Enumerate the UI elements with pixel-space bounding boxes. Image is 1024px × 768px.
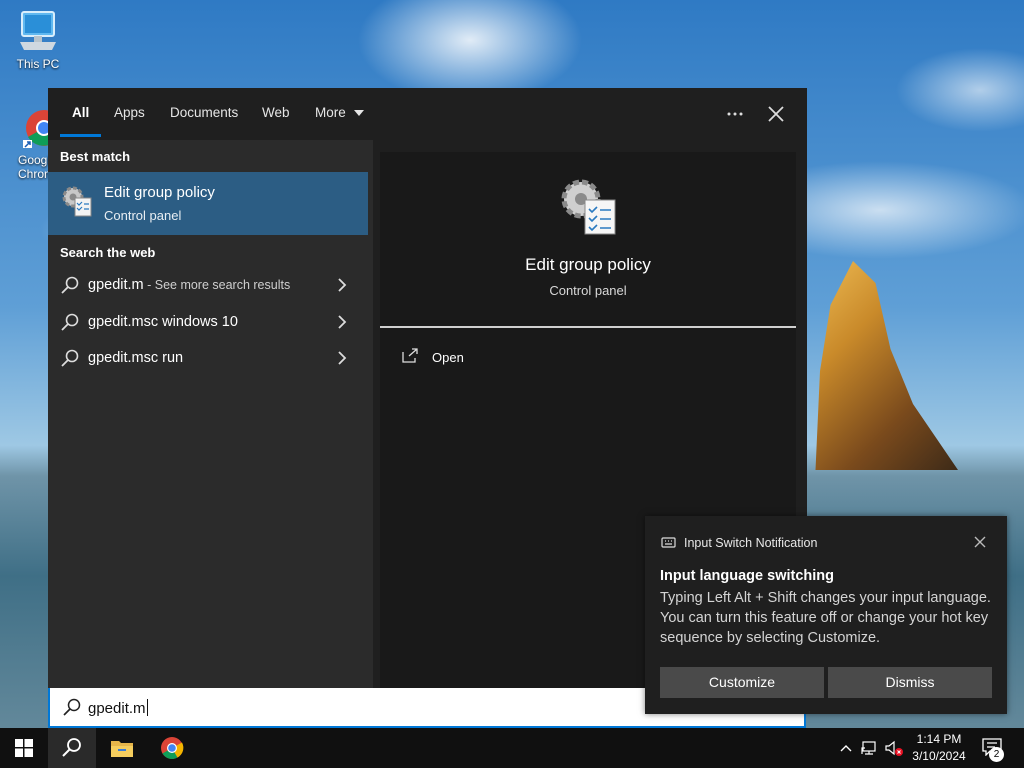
web-result-query: gpedit.m <box>88 277 144 293</box>
folder-icon <box>111 741 133 757</box>
more-options-button[interactable] <box>724 104 748 124</box>
web-result-row[interactable]: gpedit.m - See more search results <box>48 268 368 304</box>
search-icon <box>61 276 79 294</box>
tab-more-label: More <box>315 105 346 120</box>
text-caret <box>146 699 148 716</box>
start-button[interactable] <box>0 728 48 768</box>
dismiss-button[interactable]: Dismiss <box>828 667 992 698</box>
tab-documents[interactable]: Documents <box>170 105 238 120</box>
network-icon <box>861 741 876 755</box>
network-status-button[interactable] <box>861 739 879 757</box>
web-result-query: gpedit.msc windows 10 <box>88 314 238 330</box>
desktop-icon-this-pc[interactable]: This PC <box>6 10 70 71</box>
search-icon <box>62 738 81 757</box>
detail-type: Control panel <box>549 283 627 298</box>
notification-app-name: Input Switch Notification <box>684 536 818 550</box>
show-hidden-icons-button[interactable] <box>838 740 854 756</box>
ellipsis-icon <box>727 112 743 116</box>
tab-more[interactable]: More <box>315 105 364 120</box>
open-label: Open <box>432 350 464 365</box>
web-result-row[interactable]: gpedit.msc run <box>48 341 368 377</box>
input-switch-notification[interactable]: Input Switch Notification Input language… <box>645 516 1007 714</box>
notification-count-badge: 2 <box>989 747 1004 762</box>
best-match-type: Control panel <box>104 208 182 223</box>
desktop-icon-label: Google Chrome <box>18 153 48 181</box>
search-icon <box>63 698 81 716</box>
search-tabs: All Apps Documents Web More <box>48 88 807 140</box>
tab-web[interactable]: Web <box>262 105 290 120</box>
desktop-icon-chrome[interactable]: Google Chrome <box>6 104 48 181</box>
search-query: gpedit.m <box>88 700 146 717</box>
chevron-right-icon <box>338 351 347 365</box>
search-query-text: gpedit.m <box>88 699 148 717</box>
volume-button[interactable] <box>884 739 906 757</box>
taskbar-search-button[interactable] <box>48 728 96 768</box>
chrome-icon <box>161 737 184 759</box>
clock-time: 1:14 PM <box>916 732 962 746</box>
taskbar-file-explorer[interactable] <box>98 728 146 768</box>
web-result-query: gpedit.msc run <box>88 350 184 366</box>
keyboard-switch-icon <box>661 537 676 548</box>
open-icon <box>402 348 418 363</box>
group-policy-icon <box>60 184 94 222</box>
tab-all[interactable]: All <box>72 105 89 120</box>
web-result-row[interactable]: gpedit.msc windows 10 <box>48 305 368 341</box>
best-match-name: Edit group policy <box>104 184 215 201</box>
active-tab-indicator <box>60 134 101 137</box>
caret-down-icon <box>353 110 364 116</box>
chrome-icon <box>14 104 48 151</box>
detail-divider <box>380 326 796 328</box>
desktop-wallpaper-rock <box>815 261 958 470</box>
close-icon <box>768 106 784 122</box>
web-result-label: gpedit.m - See more search results <box>88 277 290 293</box>
best-match-result[interactable]: Edit group policy Control panel <box>48 172 368 235</box>
notification-body: Typing Left Alt + Shift changes your inp… <box>660 590 991 646</box>
windows-logo-icon <box>15 739 33 757</box>
open-action[interactable]: Open <box>402 346 522 370</box>
customize-button[interactable]: Customize <box>660 667 824 698</box>
tab-apps[interactable]: Apps <box>114 105 145 120</box>
search-icon <box>61 349 79 367</box>
detail-name: Edit group policy <box>525 255 651 274</box>
chevron-up-icon <box>840 745 852 752</box>
taskbar: 1:14 PM 3/10/2024 2 <box>0 728 1024 768</box>
close-search-button[interactable] <box>764 102 788 126</box>
taskbar-clock[interactable]: 1:14 PM 3/10/2024 <box>908 731 970 765</box>
taskbar-chrome[interactable] <box>148 728 196 768</box>
volume-muted-icon <box>885 740 903 756</box>
notification-heading: Input language switching <box>660 568 834 584</box>
notification-close-button[interactable] <box>973 534 987 548</box>
group-policy-large-icon <box>558 176 618 240</box>
best-match-heading: Best match <box>60 149 131 164</box>
this-pc-icon <box>6 10 70 55</box>
web-result-suffix: - See more search results <box>143 278 291 292</box>
close-icon <box>974 536 986 548</box>
clock-date: 3/10/2024 <box>912 749 966 763</box>
search-web-heading: Search the web <box>60 245 156 260</box>
chevron-right-icon <box>338 315 347 329</box>
chevron-right-icon <box>338 278 347 292</box>
desktop-icon-label: This PC <box>16 57 60 71</box>
search-icon <box>61 313 79 331</box>
